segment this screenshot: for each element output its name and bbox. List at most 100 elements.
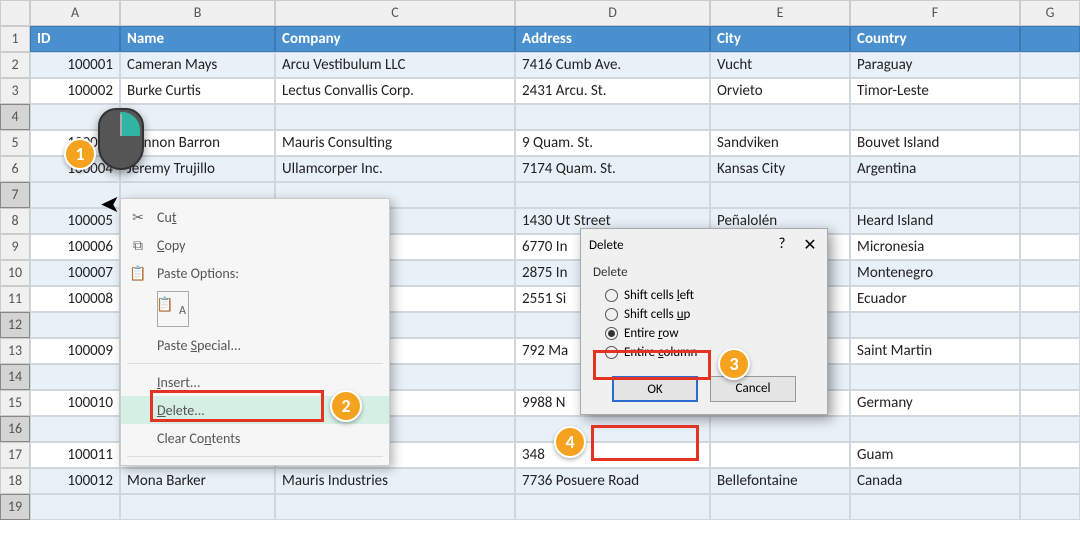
cell[interactable]: Micronesia [850,234,1020,260]
ok-button[interactable]: OK [612,376,698,402]
cell[interactable] [1020,312,1080,338]
column-header[interactable]: A [30,0,120,26]
cell[interactable]: 100012 [30,468,120,494]
row-header[interactable]: 10 [0,260,30,286]
cell[interactable] [1020,78,1080,104]
cell[interactable]: Montenegro [850,260,1020,286]
column-header[interactable]: E [710,0,850,26]
cell[interactable]: Saint Martin [850,338,1020,364]
row-header[interactable]: 3 [0,78,30,104]
row-header[interactable]: 7 [0,182,30,208]
cell[interactable]: 2431 Arcu. St. [515,78,710,104]
cell[interactable]: 7416 Cumb Ave. [515,52,710,78]
cell[interactable] [710,442,850,468]
cell[interactable]: Sandviken [710,130,850,156]
table-header-cell[interactable]: ID [30,26,120,52]
cell[interactable]: 7174 Quam. St. [515,156,710,182]
cell[interactable] [1020,494,1080,520]
column-header[interactable]: C [275,0,515,26]
cell[interactable] [1020,416,1080,442]
row-header[interactable]: 15 [0,390,30,416]
row-header[interactable]: 1 [0,26,30,52]
row-header[interactable]: 6 [0,156,30,182]
select-all-corner[interactable] [0,0,30,26]
table-header-cell[interactable]: Address [515,26,710,52]
cell[interactable] [515,104,710,130]
radio-shift-left[interactable]: Shift cells left [601,286,815,305]
table-header-cell[interactable] [1020,26,1080,52]
row-header[interactable]: 2 [0,52,30,78]
cell[interactable] [710,494,850,520]
cell[interactable] [1020,156,1080,182]
cell[interactable] [850,364,1020,390]
menu-cut[interactable]: ✂ Cut [121,203,389,231]
cell[interactable]: Burke Curtis [120,78,275,104]
cell[interactable] [850,494,1020,520]
cell[interactable]: Mauris Consulting [275,130,515,156]
cell[interactable]: Cameran Mays [120,52,275,78]
cell[interactable]: Vucht [710,52,850,78]
cell[interactable]: 100010 [30,390,120,416]
cell[interactable] [1020,208,1080,234]
cell[interactable]: 100001 [30,52,120,78]
cell[interactable]: 100011 [30,442,120,468]
row-header[interactable]: 8 [0,208,30,234]
cell[interactable]: Ecuador [850,286,1020,312]
close-icon[interactable]: ✕ [801,235,819,255]
cell[interactable] [850,416,1020,442]
cell[interactable] [1020,234,1080,260]
cell[interactable] [1020,468,1080,494]
cell[interactable]: Timor-Leste [850,78,1020,104]
menu-paste-special[interactable]: Paste Special... [121,331,389,359]
cell[interactable] [275,104,515,130]
column-header[interactable]: G [1020,0,1080,26]
cell[interactable]: Guam [850,442,1020,468]
cell[interactable]: Bouvet Island [850,130,1020,156]
cell[interactable]: Mauris Industries [275,468,515,494]
cell[interactable] [275,494,515,520]
cell[interactable] [120,494,275,520]
radio-shift-up[interactable]: Shift cells up [601,305,815,324]
menu-copy[interactable]: ⧉ Copy [121,231,389,259]
cell[interactable] [850,182,1020,208]
row-header[interactable]: 13 [0,338,30,364]
cell[interactable]: 100002 [30,78,120,104]
cell[interactable] [515,416,710,442]
cell[interactable]: 100005 [30,208,120,234]
cell[interactable]: 100009 [30,338,120,364]
paste-values-icon[interactable]: A [157,291,189,327]
cell[interactable]: Germany [850,390,1020,416]
cell[interactable] [1020,130,1080,156]
table-header-cell[interactable]: Company [275,26,515,52]
table-header-cell[interactable]: City [710,26,850,52]
cell[interactable]: 100008 [30,286,120,312]
table-header-cell[interactable]: Country [850,26,1020,52]
row-header[interactable]: 9 [0,234,30,260]
row-header[interactable]: 14 [0,364,30,390]
cell[interactable] [1020,390,1080,416]
row-header[interactable]: 12 [0,312,30,338]
radio-entire-column[interactable]: Entire column [601,343,815,362]
cell[interactable] [30,494,120,520]
cell[interactable]: Argentina [850,156,1020,182]
row-header[interactable]: 5 [0,130,30,156]
cell[interactable]: Heard Island [850,208,1020,234]
cell[interactable] [710,104,850,130]
cell[interactable] [850,312,1020,338]
cell[interactable]: Kansas City [710,156,850,182]
cell[interactable]: Jeremy Trujillo [120,156,275,182]
cell[interactable] [30,182,120,208]
cell[interactable] [515,182,710,208]
row-header[interactable]: 17 [0,442,30,468]
cell[interactable]: Ullamcorper Inc. [275,156,515,182]
cell[interactable] [1020,286,1080,312]
cell[interactable] [850,104,1020,130]
cell[interactable]: Arcu Vestibulum LLC [275,52,515,78]
column-header[interactable]: B [120,0,275,26]
column-header[interactable]: D [515,0,710,26]
row-header[interactable]: 16 [0,416,30,442]
cell[interactable] [710,416,850,442]
cell[interactable]: Orvieto [710,78,850,104]
cell[interactable]: Bellefontaine [710,468,850,494]
cell[interactable] [30,312,120,338]
